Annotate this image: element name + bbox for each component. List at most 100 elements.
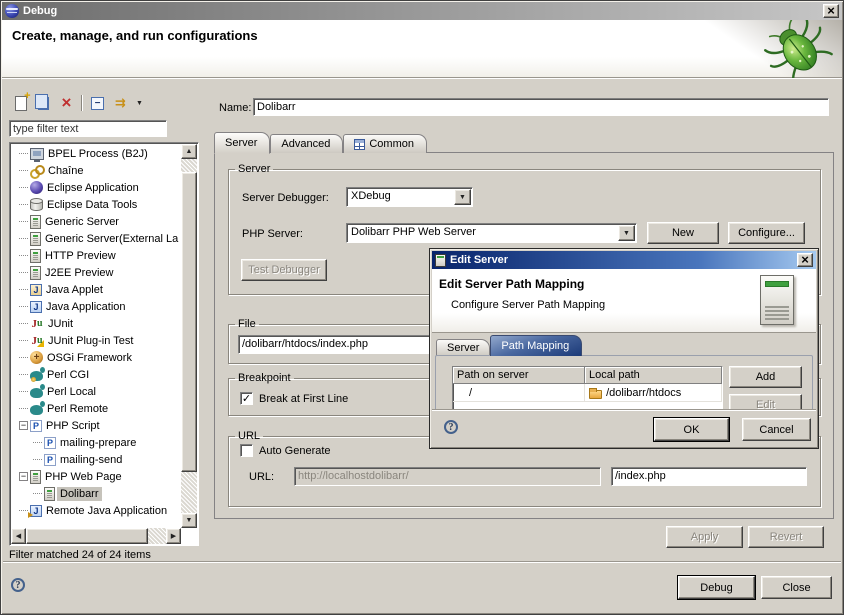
tree-item[interactable]: Java Applet bbox=[12, 281, 180, 298]
table-header-row: Path on server Local path bbox=[453, 367, 722, 384]
tree-item-label: J2EE Preview bbox=[45, 267, 113, 279]
collapse-expander-icon[interactable] bbox=[19, 421, 28, 430]
tree-item[interactable]: Eclipse Data Tools bbox=[12, 196, 180, 213]
tree-item[interactable]: mailing-prepare bbox=[12, 434, 180, 451]
dialog-help-icon[interactable] bbox=[444, 420, 458, 434]
column-path-on-server[interactable]: Path on server bbox=[453, 367, 585, 384]
window-title: Debug bbox=[23, 5, 57, 17]
break-at-first-line-checkbox[interactable] bbox=[240, 392, 253, 405]
path-mapping-table[interactable]: Path on server Local path / /dolibarr/ht… bbox=[452, 366, 723, 410]
banner-heading: Create, manage, and run configurations bbox=[12, 28, 258, 43]
folder-icon bbox=[589, 390, 602, 399]
table-row[interactable]: / /dolibarr/htdocs bbox=[453, 384, 722, 402]
new-server-button[interactable]: New bbox=[647, 222, 719, 244]
tab-server[interactable]: Server bbox=[214, 132, 270, 154]
close-button[interactable]: Close bbox=[761, 576, 832, 599]
tree-item[interactable]: Perl Local bbox=[12, 383, 180, 400]
tree-item-label: Java Applet bbox=[46, 284, 103, 296]
debug-bug-icon bbox=[762, 20, 834, 78]
tree-item[interactable]: JUnit Plug-in Test bbox=[12, 332, 180, 349]
tree-item-label: Eclipse Data Tools bbox=[47, 199, 137, 211]
new-configuration-button[interactable] bbox=[12, 95, 29, 112]
tree-item[interactable]: Generic Server(External La bbox=[12, 230, 180, 247]
tree-item-label: BPEL Process (B2J) bbox=[48, 148, 148, 160]
tree-item[interactable]: Java Application bbox=[12, 298, 180, 315]
vertical-scroll-thumb[interactable] bbox=[181, 172, 197, 472]
tree-item[interactable]: PHP Web Page bbox=[12, 468, 180, 485]
tree-item[interactable]: Generic Server bbox=[12, 213, 180, 230]
tree-item[interactable]: JUnit bbox=[12, 315, 180, 332]
tree-item[interactable]: OSGi Framework bbox=[12, 349, 180, 366]
edit-server-tabs: Server Path Mapping bbox=[436, 335, 582, 356]
tree-vertical-scrollbar[interactable] bbox=[181, 144, 197, 528]
break-at-first-line-label: Break at First Line bbox=[259, 393, 348, 405]
url-path-input[interactable]: /index.php bbox=[611, 467, 807, 486]
tree-item-label: mailing-send bbox=[60, 454, 122, 466]
scroll-down-icon[interactable] bbox=[181, 513, 197, 528]
tree-item[interactable]: PHP Script bbox=[12, 417, 180, 434]
test-debugger-button: Test Debugger bbox=[241, 259, 327, 281]
cancel-button[interactable]: Cancel bbox=[742, 418, 811, 441]
tree-item[interactable]: J2EE Preview bbox=[12, 264, 180, 281]
database-icon bbox=[30, 199, 43, 211]
perl-icon bbox=[30, 405, 43, 415]
filter-configurations-button[interactable] bbox=[112, 95, 129, 112]
filter-menu-dropdown-icon[interactable] bbox=[135, 95, 144, 112]
server-debugger-select[interactable]: XDebug bbox=[346, 187, 473, 207]
php-icon bbox=[44, 454, 56, 466]
scroll-up-icon[interactable] bbox=[181, 144, 197, 159]
local-path-cell: /dolibarr/htdocs bbox=[585, 384, 722, 401]
eclipse-app-icon bbox=[5, 4, 19, 18]
tree-item[interactable]: Perl Remote bbox=[12, 400, 180, 417]
tree-item[interactable]: Remote Java Application bbox=[12, 502, 180, 519]
collapse-all-button[interactable] bbox=[89, 95, 106, 112]
perl-icon bbox=[30, 388, 43, 398]
url-label: URL: bbox=[249, 471, 274, 483]
dropdown-arrow-icon[interactable] bbox=[454, 189, 471, 205]
scroll-right-icon[interactable] bbox=[166, 528, 181, 544]
edit-server-titlebar[interactable]: Edit Server bbox=[432, 251, 816, 269]
column-local-path[interactable]: Local path bbox=[585, 367, 722, 384]
duplicate-configuration-button[interactable] bbox=[35, 95, 52, 112]
tab-advanced[interactable]: Advanced bbox=[270, 134, 343, 153]
configurations-tree: BPEL Process (B2J) Chaîne Eclipse Applicat… bbox=[9, 142, 199, 546]
scroll-left-icon[interactable] bbox=[11, 528, 26, 544]
footer-separator bbox=[3, 561, 841, 563]
horizontal-scroll-thumb[interactable] bbox=[26, 528, 148, 544]
tab-common[interactable]: Common bbox=[343, 134, 427, 153]
tree-item-label: JUnit bbox=[48, 318, 73, 330]
tree-item[interactable]: BPEL Process (B2J) bbox=[12, 145, 180, 162]
tree-item[interactable]: Dolibarr bbox=[12, 485, 180, 502]
auto-generate-checkbox[interactable] bbox=[240, 444, 253, 457]
osgi-icon bbox=[30, 351, 43, 364]
tab-path-mapping[interactable]: Path Mapping bbox=[490, 335, 582, 356]
tree-item[interactable]: HTTP Preview bbox=[12, 247, 180, 264]
tree-item-label: Eclipse Application bbox=[47, 182, 139, 194]
tree-horizontal-scrollbar[interactable] bbox=[11, 528, 181, 544]
ok-button[interactable]: OK bbox=[654, 418, 729, 441]
window-titlebar[interactable]: Debug bbox=[2, 2, 842, 20]
edit-server-subheading: Configure Server Path Mapping bbox=[451, 299, 605, 311]
name-label: Name: bbox=[219, 102, 251, 114]
common-tab-icon bbox=[354, 139, 365, 150]
configure-server-button[interactable]: Configure... bbox=[728, 222, 805, 244]
type-filter-input[interactable] bbox=[9, 120, 167, 137]
tree-item[interactable]: mailing-send bbox=[12, 451, 180, 468]
configuration-name-input[interactable] bbox=[253, 98, 829, 116]
tree-item[interactable]: Chaîne bbox=[12, 162, 180, 179]
window-close-button[interactable] bbox=[823, 4, 839, 18]
tree-item[interactable]: Eclipse Application bbox=[12, 179, 180, 196]
edit-server-close-button[interactable] bbox=[797, 253, 813, 267]
dialog-banner: Create, manage, and run configurations bbox=[2, 20, 842, 78]
dropdown-arrow-icon[interactable] bbox=[618, 225, 635, 241]
tree-item[interactable]: Perl CGI bbox=[12, 366, 180, 383]
add-mapping-button[interactable]: Add bbox=[729, 366, 802, 388]
help-icon[interactable] bbox=[11, 578, 25, 592]
edit-server-header: Edit Server Path Mapping Configure Serve… bbox=[432, 269, 816, 333]
collapse-expander-icon[interactable] bbox=[19, 472, 28, 481]
delete-configuration-button[interactable] bbox=[58, 95, 75, 112]
debug-button[interactable]: Debug bbox=[678, 576, 755, 599]
configurations-toolbar bbox=[9, 91, 199, 115]
tab-server-settings[interactable]: Server bbox=[436, 339, 490, 356]
php-server-select[interactable]: Dolibarr PHP Web Server bbox=[346, 223, 637, 243]
